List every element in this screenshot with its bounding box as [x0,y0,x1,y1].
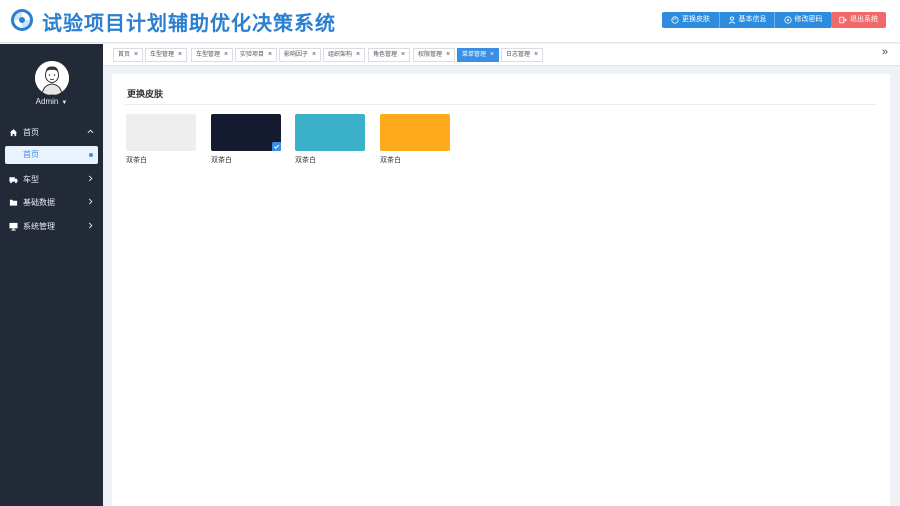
sidebar-item-vehicle[interactable]: 车型 [0,169,103,189]
tab-label: 车型管理 [196,52,221,58]
skin-option-label: 双茶白 [126,157,147,164]
tab-label: 影响因子 [284,52,309,58]
skin-panel: 更换皮肤 双茶白 双茶白 双茶白 双茶白 [112,74,890,506]
chevron-up-icon [87,129,94,134]
tab-influence-factors[interactable]: 影响因子 × [279,48,322,62]
close-icon[interactable]: × [446,49,450,61]
close-icon[interactable]: × [178,49,182,61]
logout-button[interactable]: 退出系统 [831,12,886,28]
sidebar-subitem-home[interactable]: 首页 [5,146,98,164]
truck-icon [9,175,18,184]
tab-test-projects[interactable]: 实验项目 × [235,48,278,62]
sidebar-item-base-data[interactable]: 基础数据 [0,192,103,212]
sidebar-item-label: 系统管理 [23,221,55,231]
change-password-button[interactable]: 修改密码 [774,12,831,28]
sidebar-item-system[interactable]: 系统管理 [0,216,103,236]
basic-info-button[interactable]: 基本信息 [719,12,774,28]
skin-option-3[interactable] [295,114,365,151]
tab-role-management[interactable]: 角色管理 × [368,48,411,62]
tab-menu-management[interactable]: 菜单管理 × [457,48,500,62]
sidebar: Admin ▼ 首页 首页 车型 基础数据 系统管理 [0,44,103,506]
close-icon[interactable]: × [356,49,360,61]
tab-scroll-right-icon[interactable]: » [882,46,888,58]
tab-organization[interactable]: 组织架构 × [323,48,366,62]
palette-icon [671,16,679,24]
database-icon [9,198,18,207]
change-skin-button[interactable]: 更换皮肤 [662,12,719,28]
close-icon[interactable]: × [534,49,538,61]
avatar[interactable] [35,61,69,95]
close-icon[interactable]: × [268,49,272,61]
lock-icon [783,16,792,24]
logout-label: 退出系统 [850,16,878,23]
sidebar-subitem-label: 首页 [23,150,39,159]
logout-icon [839,16,847,24]
change-skin-label: 更换皮肤 [682,16,710,23]
tab-vehicle-management-2[interactable]: 车型管理 × [191,48,234,62]
chevron-right-icon [88,222,93,229]
logo-icon [11,9,33,31]
app-title: 试验项目计划辅助优化决策系统 [42,11,336,35]
user-menu[interactable]: Admin ▼ [0,97,103,106]
tab-label: 车型管理 [150,52,175,58]
tab-home[interactable]: 首页 × [113,48,144,62]
sidebar-item-label: 基础数据 [23,197,55,207]
chevron-right-icon [88,175,93,182]
divider [125,104,877,105]
close-icon[interactable]: × [401,49,405,61]
tab-permission-management[interactable]: 权限管理 × [413,48,456,62]
tab-log-management[interactable]: 日志管理 × [501,48,544,62]
skin-option-2[interactable] [211,114,281,151]
tab-label: 组织架构 [328,52,353,58]
tab-label: 实验项目 [240,52,265,58]
page-title: 更换皮肤 [127,89,164,99]
skin-option-1[interactable] [126,114,196,151]
close-icon[interactable]: × [490,49,494,61]
skin-option-label: 双茶白 [380,157,401,164]
active-dot [89,153,93,157]
close-icon[interactable]: × [312,49,316,61]
close-icon[interactable]: × [134,49,138,61]
tab-label: 角色管理 [373,52,398,58]
sidebar-item-home[interactable]: 首页 [0,122,103,142]
skin-option-label: 双茶白 [211,157,232,164]
tab-label: 日志管理 [506,52,531,58]
avatar-face-icon [35,61,69,95]
change-password-label: 修改密码 [794,16,823,23]
basic-info-label: 基本信息 [738,16,767,23]
tab-vehicle-management[interactable]: 车型管理 × [145,48,188,62]
tab-label: 菜单管理 [462,52,487,58]
tab-bar: 首页 × 车型管理 × 车型管理 × 实验项目 × 影响因子 × 组织架构 × 角色管理 × … [103,44,900,66]
chevron-right-icon [88,198,93,205]
user-name: Admin [35,97,59,106]
close-icon[interactable]: × [224,49,228,61]
skin-option-4[interactable] [380,114,450,151]
sidebar-item-label: 首页 [23,127,39,137]
caret-down-icon: ▼ [61,100,68,106]
check-icon [272,142,281,151]
sidebar-item-label: 车型 [23,174,39,184]
tab-label: 权限管理 [418,52,443,58]
top-header: 试验项目计划辅助优化决策系统 更换皮肤 基本信息 修改密码 退出系统 [0,0,900,43]
home-icon [9,128,18,137]
user-icon [728,16,735,24]
tab-label: 首页 [118,52,131,58]
skin-option-label: 双茶白 [295,157,316,164]
monitor-icon [9,222,18,231]
